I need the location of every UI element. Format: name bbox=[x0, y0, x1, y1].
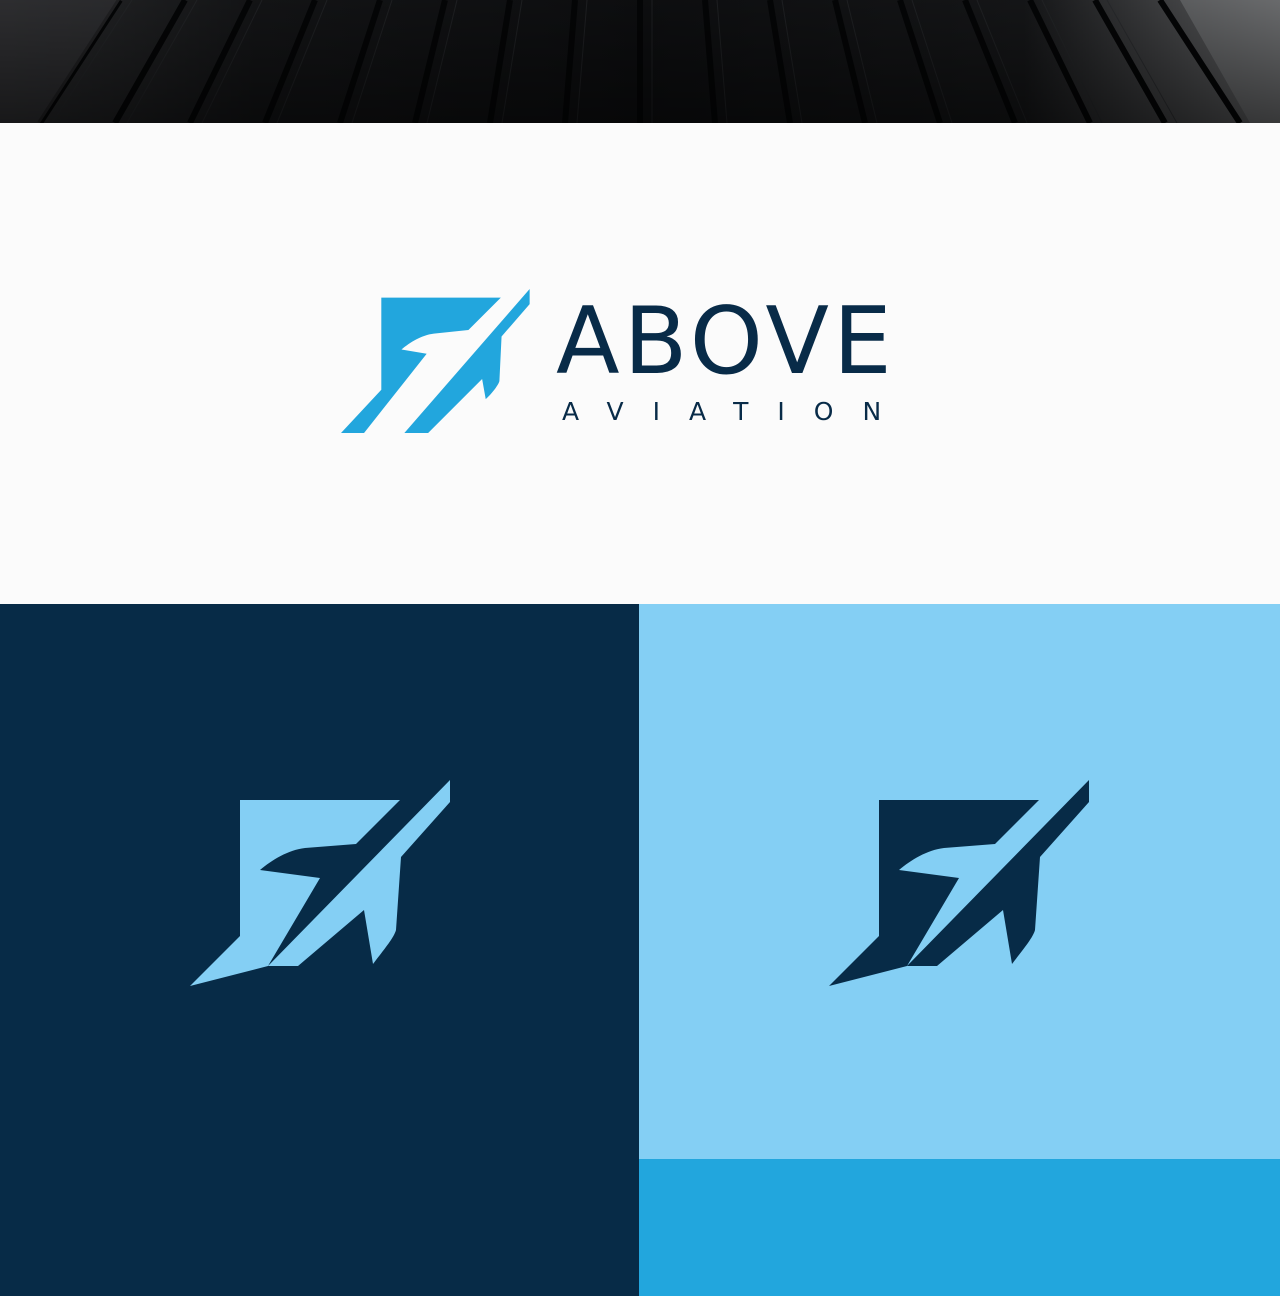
brand-wordmark: ABOVE AVIATION bbox=[556, 291, 946, 431]
logo-hero-section: ABOVE AVIATION bbox=[0, 123, 1280, 604]
plane-flag-icon-light bbox=[190, 780, 450, 986]
plane-flag-icon-navy bbox=[829, 780, 1089, 986]
plane-flag-icon bbox=[341, 289, 530, 433]
brand-tagline: AVIATION bbox=[562, 397, 911, 426]
dark-variant-panel bbox=[0, 604, 639, 1296]
light-variant-panel bbox=[639, 604, 1280, 1159]
header-photo-banner bbox=[0, 0, 1280, 123]
brand-name: ABOVE bbox=[556, 287, 896, 395]
building-facade-stripes bbox=[0, 0, 1280, 123]
color-swatch-sky-blue bbox=[639, 1159, 1280, 1296]
